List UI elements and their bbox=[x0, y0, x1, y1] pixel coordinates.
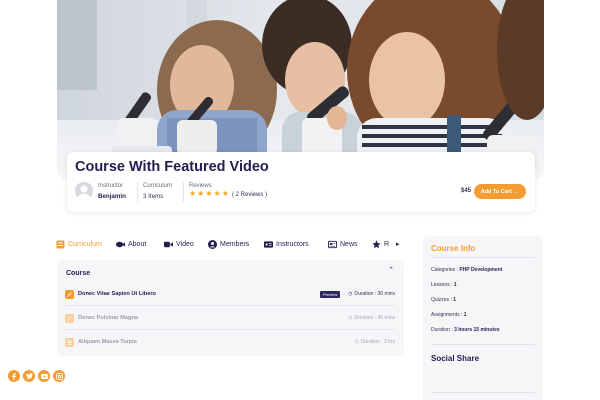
star-icon: ★ bbox=[189, 189, 197, 198]
lesson-item[interactable]: Donec Pulvinar Magna ◷ Duration : 45 min… bbox=[65, 311, 395, 327]
tab-news[interactable]: News bbox=[328, 237, 358, 251]
divider bbox=[65, 329, 395, 330]
instructor-name[interactable]: Benjamin bbox=[98, 193, 126, 200]
tab-reviews[interactable]: R bbox=[372, 237, 389, 251]
chevron-right-icon: ▸ bbox=[396, 241, 400, 248]
tab-label: R bbox=[384, 240, 390, 248]
divider bbox=[431, 257, 535, 258]
course-sidebar: Course Info Categories : PHP Development… bbox=[423, 236, 543, 400]
instructor-label: Instructor bbox=[98, 183, 124, 189]
lesson-title: Donec Pulvinar Magna bbox=[78, 315, 138, 321]
arrow-right-icon: → bbox=[513, 188, 520, 195]
meta-divider bbox=[137, 182, 138, 202]
instructor-avatar[interactable] bbox=[75, 182, 93, 200]
info-assignments: Assignments : 1 bbox=[431, 312, 467, 318]
star-icon: ★ bbox=[213, 189, 221, 198]
info-duration: Duration : 3 hours 15 minutes bbox=[431, 327, 500, 333]
course-price: $45 bbox=[461, 188, 472, 194]
tab-label: Members bbox=[220, 240, 250, 248]
facebook-icon[interactable] bbox=[8, 370, 20, 382]
chevron-up-icon[interactable]: ⌃ bbox=[388, 266, 394, 274]
social-share-icons bbox=[8, 370, 65, 382]
meta-divider bbox=[183, 182, 184, 202]
book-icon bbox=[56, 240, 65, 249]
newspaper-icon bbox=[328, 240, 337, 249]
preview-badge[interactable]: Preview bbox=[320, 291, 341, 298]
tab-label: Instructors bbox=[276, 240, 309, 248]
tab-video[interactable]: Video bbox=[164, 237, 194, 251]
lesson-duration: ◷ Duration : 45 mins bbox=[348, 315, 395, 321]
twitter-icon[interactable] bbox=[23, 370, 35, 382]
fish-icon bbox=[116, 240, 125, 249]
tab-label: About bbox=[128, 240, 147, 248]
user-circle-icon bbox=[208, 239, 217, 249]
category-link[interactable]: PHP Development bbox=[459, 267, 502, 273]
tab-about[interactable]: About bbox=[116, 237, 146, 251]
info-categories: Categories : PHP Development bbox=[431, 267, 503, 273]
id-card-icon bbox=[264, 240, 273, 249]
lesson-title: Donec Vitae Sapien Ut Libero bbox=[78, 291, 156, 297]
add-to-cart-label: Add To Cart bbox=[480, 188, 512, 195]
social-share-heading: Social Share bbox=[431, 354, 480, 363]
curriculum-value: 3 Items bbox=[143, 193, 164, 200]
info-quizzes: Quizzes : 1 bbox=[431, 297, 457, 303]
lesson-item[interactable]: Aliquam Massa Turpis ◷ Duration : 3 hrs bbox=[65, 335, 395, 351]
tab-label: Video bbox=[176, 240, 194, 248]
reviews-count: ( 2 Reviews ) bbox=[232, 192, 268, 198]
divider bbox=[431, 344, 535, 345]
clock-icon: ◷ bbox=[354, 339, 359, 345]
lesson-item[interactable]: Donec Vitae Sapien Ut Libero Preview ◷ D… bbox=[65, 287, 395, 303]
lesson-duration: ◷ Duration : 30 mins bbox=[348, 291, 395, 297]
star-icon bbox=[372, 239, 381, 249]
lesson-duration: ◷ Duration : 3 hrs bbox=[354, 339, 395, 345]
curriculum-label: Curriculum bbox=[143, 183, 173, 189]
document-icon bbox=[65, 338, 74, 347]
avatar-icon bbox=[78, 185, 90, 200]
tab-curriculum[interactable]: Curriculum bbox=[56, 237, 102, 251]
lesson-edit-icon bbox=[65, 314, 74, 323]
course-header-card: Course With Featured Video Instructor Be… bbox=[67, 152, 535, 212]
video-icon bbox=[164, 240, 173, 249]
clock-icon: ◷ bbox=[348, 291, 353, 297]
curriculum-panel: Course ⌃ Donec Vitae Sapien Ut Libero Pr… bbox=[57, 260, 404, 356]
youtube-icon[interactable] bbox=[38, 370, 50, 382]
star-icon: ★ bbox=[197, 189, 205, 198]
tab-members[interactable]: Members bbox=[208, 237, 249, 251]
lesson-title: Aliquam Massa Turpis bbox=[78, 339, 137, 345]
info-lessons: Lessons : 1 bbox=[431, 282, 457, 288]
rating-stars: ★ ★ ★ ★ ★ bbox=[189, 190, 229, 198]
instagram-icon[interactable] bbox=[53, 370, 65, 382]
star-icon: ★ bbox=[205, 189, 213, 198]
add-to-cart-button[interactable]: Add To Cart → bbox=[474, 184, 526, 199]
curriculum-section-title: Course bbox=[66, 270, 91, 277]
lesson-edit-icon bbox=[65, 290, 74, 299]
course-info-heading: Course Info bbox=[431, 244, 476, 253]
tab-label: Curriculum bbox=[68, 240, 102, 248]
star-icon: ★ bbox=[221, 189, 229, 198]
divider bbox=[65, 305, 395, 306]
tabs-scroll-arrow[interactable]: ▸ bbox=[396, 237, 400, 251]
tab-instructors[interactable]: Instructors bbox=[264, 237, 309, 251]
divider bbox=[431, 392, 535, 393]
course-title: Course With Featured Video bbox=[75, 159, 269, 175]
tab-label: News bbox=[340, 240, 358, 248]
clock-icon: ◷ bbox=[348, 315, 353, 321]
